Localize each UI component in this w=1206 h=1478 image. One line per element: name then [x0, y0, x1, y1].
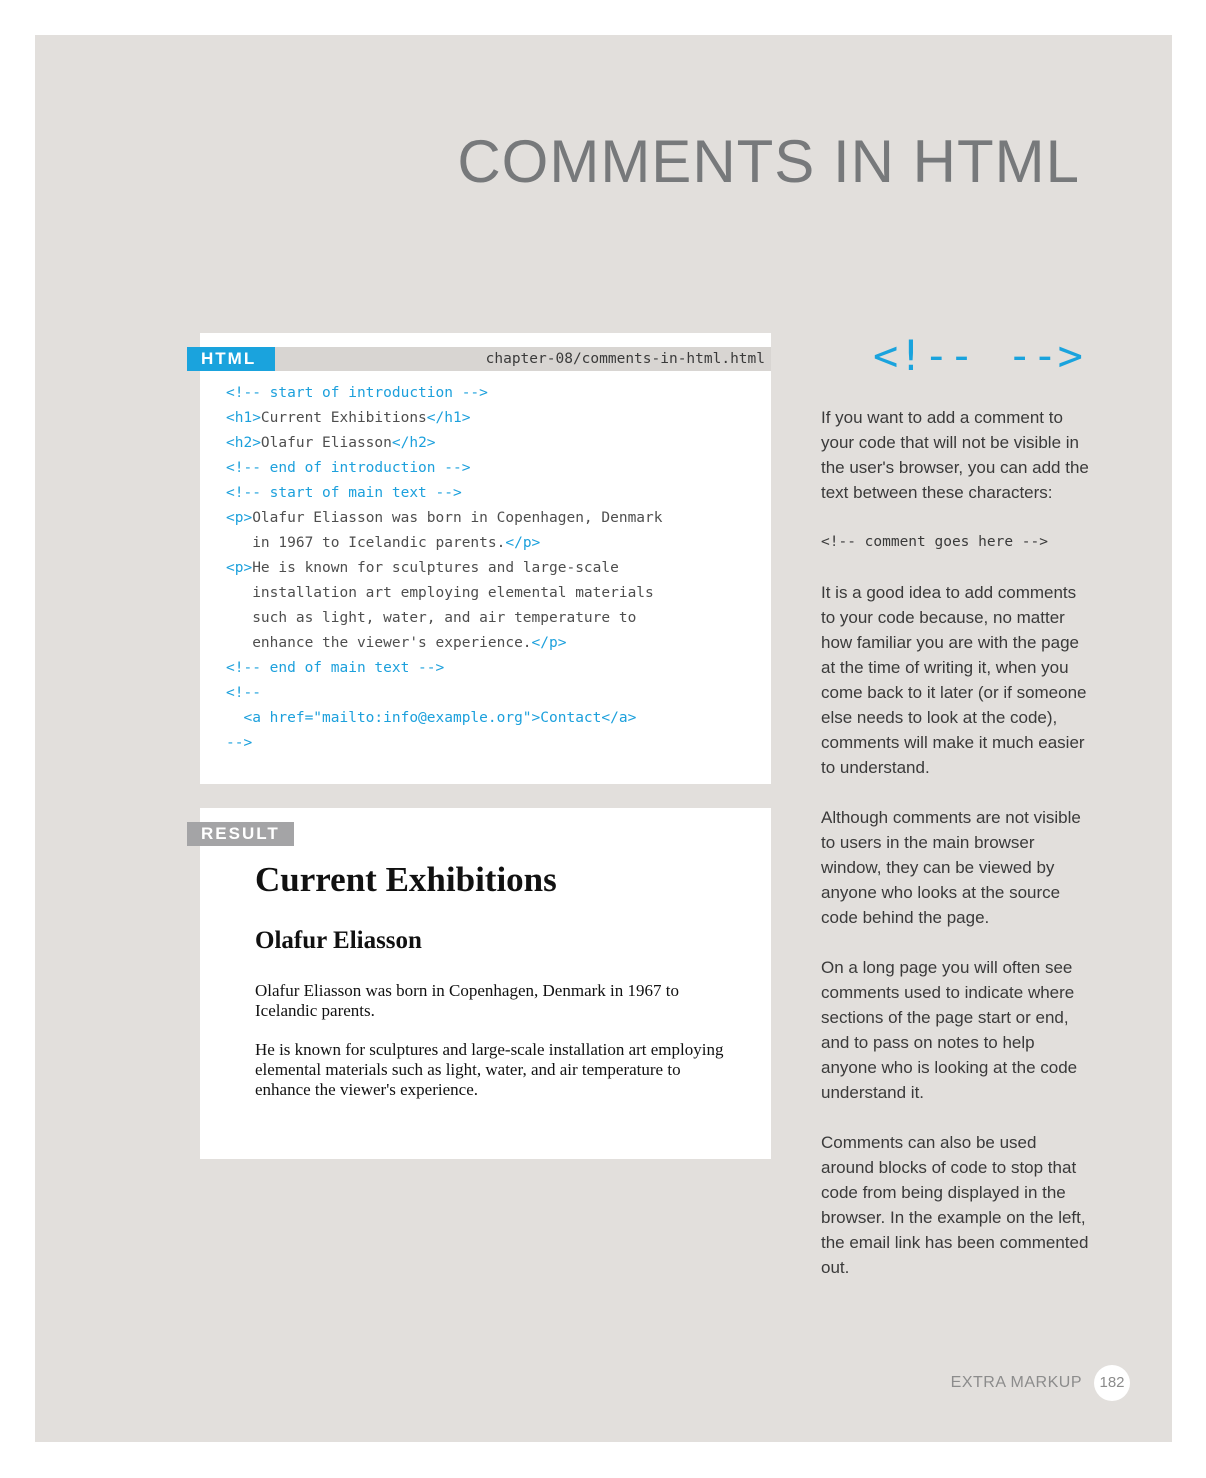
code-token: </h1>	[426, 410, 471, 426]
code-token: <!--	[226, 685, 261, 701]
comment-open-symbol: <!--	[873, 331, 974, 380]
code-token: such as light, water, and air temperatur…	[226, 610, 637, 626]
result-paragraph-1: Olafur Eliasson was born in Copenhagen, …	[255, 981, 679, 1020]
code-token: </p>	[505, 535, 541, 551]
code-token: <!-- end of main text -->	[226, 660, 445, 676]
code-token: <p>	[226, 510, 253, 526]
code-filename: chapter-08/comments-in-html.html	[485, 351, 765, 367]
code-line: in 1967 to Icelandic parents.</p>	[226, 531, 663, 556]
sidebar-intro: If you want to add a comment to your cod…	[821, 408, 1089, 502]
html-tab-label: HTML	[187, 347, 275, 371]
book-page: COMMENTS IN HTML HTML chapter-08/comment…	[35, 35, 1172, 1442]
sidebar-paragraph-4: On a long page you will often see commen…	[821, 958, 1078, 1102]
code-line: <!-- start of introduction -->	[226, 381, 663, 406]
code-line: <h2>Olafur Eliasson</h2>	[226, 431, 663, 456]
code-line: -->	[226, 731, 663, 756]
code-token: <h1>	[226, 410, 261, 426]
sidebar-text: If you want to add a comment to your cod…	[821, 405, 1091, 1305]
code-token: Current Exhibitions	[260, 410, 427, 426]
code-token: in 1967 to Icelandic parents.	[226, 535, 506, 551]
code-panel: HTML chapter-08/comments-in-html.html <!…	[187, 333, 771, 784]
code-token: He is known for sculptures and large-sca…	[252, 560, 619, 576]
code-line: <p>He is known for sculptures and large-…	[226, 556, 663, 581]
code-line: <p>Olafur Eliasson was born in Copenhage…	[226, 506, 663, 531]
footer-section-label: EXTRA MARKUP	[950, 1374, 1082, 1391]
code-token: -->	[226, 735, 253, 751]
code-token: <!-- start of main text -->	[226, 485, 462, 501]
code-panel-header: HTML chapter-08/comments-in-html.html	[187, 347, 771, 371]
code-token: <!-- end of introduction -->	[226, 460, 471, 476]
code-token: Olafur Eliasson was born in Copenhagen, …	[252, 510, 663, 526]
code-line: <!--	[226, 681, 663, 706]
code-line: <h1>Current Exhibitions</h1>	[226, 406, 663, 431]
code-token: </h2>	[391, 435, 436, 451]
code-token: <p>	[226, 560, 253, 576]
sidebar-paragraph-5: Comments can also be used around blocks …	[821, 1133, 1089, 1277]
comment-close-symbol: -->	[1007, 331, 1083, 380]
result-panel: RESULT Current Exhibitions Olafur Eliass…	[187, 808, 771, 1159]
code-line: installation art employing elemental mat…	[226, 581, 663, 606]
sidebar-example-code: <!-- comment goes here -->	[821, 534, 1048, 550]
code-token: enhance the viewer's experience.	[226, 635, 532, 651]
code-token: <!-- start of introduction -->	[226, 385, 488, 401]
result-heading-1: Current Exhibitions	[255, 860, 557, 899]
code-line: <a href="mailto:info@example.org">Contac…	[226, 706, 663, 731]
code-line: <!-- end of main text -->	[226, 656, 663, 681]
sidebar-paragraph-3: Although comments are not visible to use…	[821, 808, 1081, 927]
code-token: installation art employing elemental mat…	[226, 585, 654, 601]
code-listing: <!-- start of introduction --> <h1>Curren…	[226, 381, 663, 756]
page-title: COMMENTS IN HTML	[457, 128, 1080, 195]
code-token: </p>	[531, 635, 567, 651]
code-line: enhance the viewer's experience.</p>	[226, 631, 663, 656]
page-number: 182	[1094, 1365, 1130, 1401]
code-token: <h2>	[226, 435, 261, 451]
code-line: such as light, water, and air temperatur…	[226, 606, 663, 631]
result-paragraph-2: He is known for sculptures and large-sca…	[255, 1040, 724, 1099]
code-line: <!-- end of introduction -->	[226, 456, 663, 481]
result-heading-2: Olafur Eliasson	[255, 927, 422, 954]
comment-symbol-icon: <!-- -->	[873, 331, 1083, 380]
sidebar-paragraph-2: It is a good idea to add comments to you…	[821, 583, 1087, 777]
code-token: Olafur Eliasson	[260, 435, 392, 451]
result-tab-label: RESULT	[187, 822, 294, 846]
code-token: <a href="mailto:info@example.org">Contac…	[226, 710, 637, 726]
code-line: <!-- start of main text -->	[226, 481, 663, 506]
